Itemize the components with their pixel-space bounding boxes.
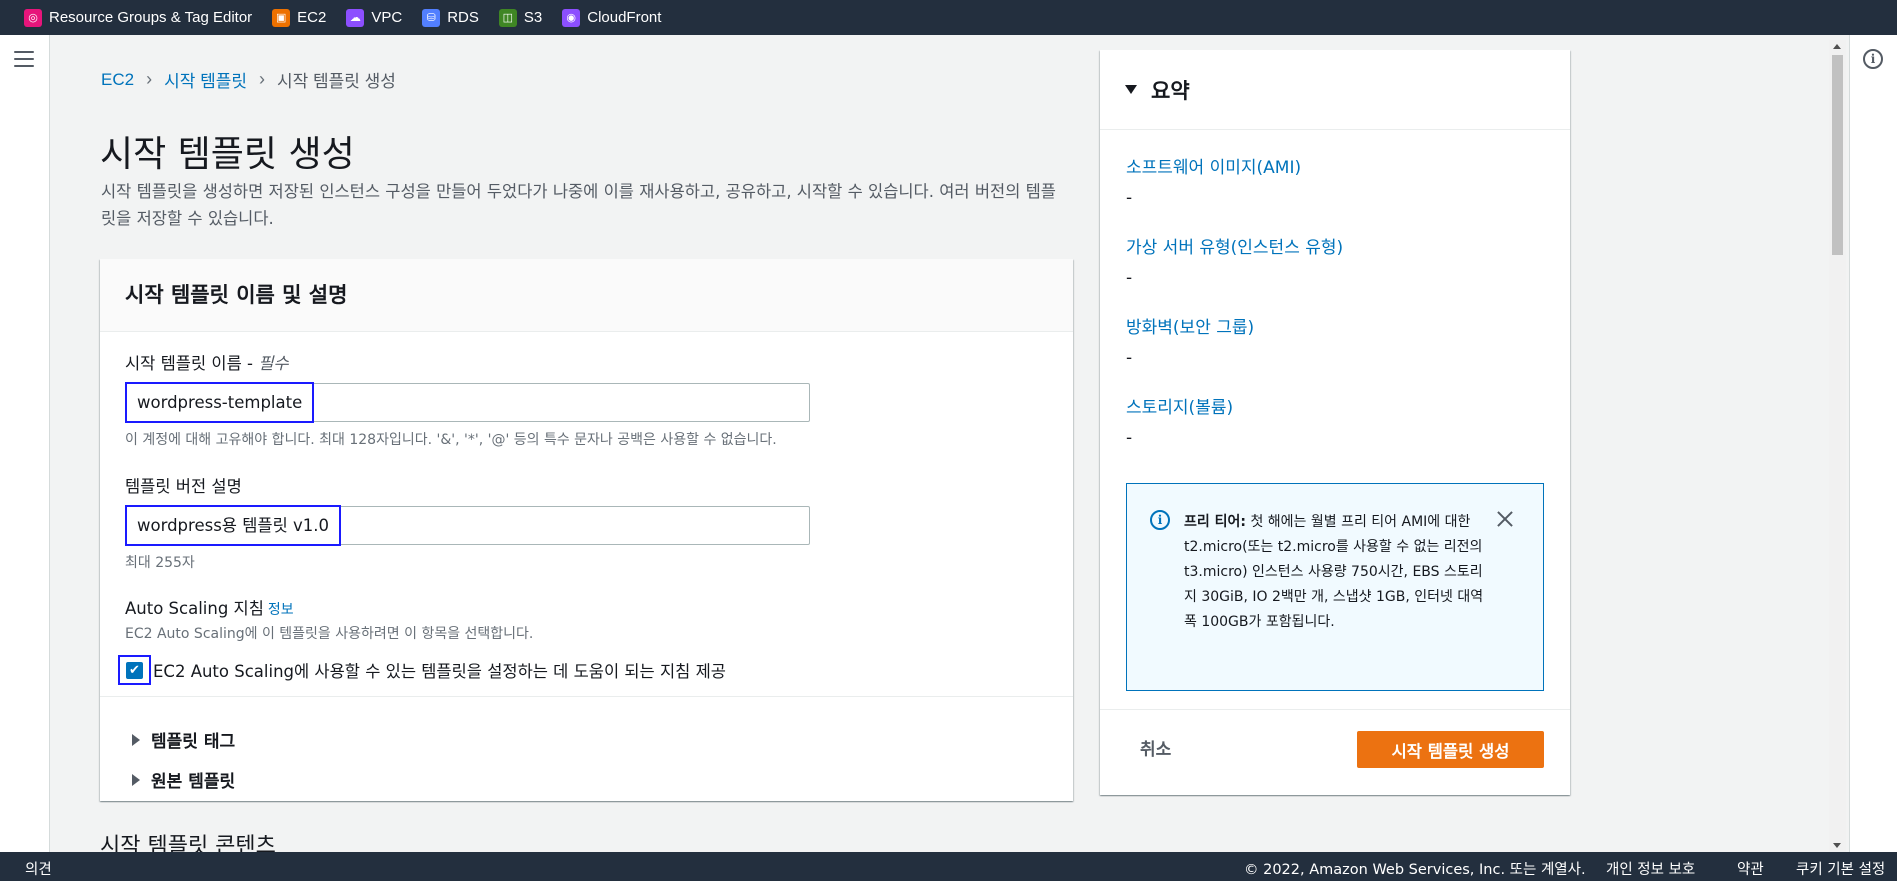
scrollbar[interactable] — [1829, 40, 1846, 852]
resource-groups-icon: ◎ — [24, 8, 42, 27]
terms-link[interactable]: 약관 — [1737, 858, 1764, 879]
summary-storage-link[interactable]: 스토리지(볼륨) — [1126, 393, 1233, 418]
caret-down-icon — [1125, 85, 1137, 94]
checkbox-label: EC2 Auto Scaling에 사용할 수 있는 템플릿을 설정하는 데 도… — [153, 662, 726, 681]
breadcrumb: EC2 › 시작 템플릿 › 시작 템플릿 생성 — [101, 67, 396, 92]
caret-right-icon — [132, 773, 140, 786]
summary-ami-value: - — [1126, 188, 1133, 208]
label-text: 시작 템플릿 이름 - — [125, 354, 259, 373]
cloudfront-icon: ◉ — [562, 8, 581, 27]
info-panel-icon[interactable]: i — [1863, 49, 1883, 69]
ec2-icon: ▣ — [272, 8, 291, 27]
favorite-label: EC2 — [297, 9, 327, 26]
asg-guidance-label: Auto Scaling 지침 정보 — [125, 595, 294, 619]
summary-storage-value: - — [1126, 428, 1133, 448]
template-name-label: 시작 템플릿 이름 - 필수 — [125, 350, 289, 374]
panel-header: 시작 템플릿 이름 및 설명 — [100, 259, 1073, 332]
favorite-label: S3 — [523, 9, 543, 26]
version-description-input[interactable]: wordpress용 템플릿 v1.0 — [125, 505, 810, 546]
favorites-bar: ◎ Resource Groups & Tag Editor ▣ EC2 ☁ V… — [0, 0, 1897, 35]
left-nav-rail — [0, 35, 50, 852]
close-icon[interactable] — [1492, 506, 1518, 532]
version-description-hint: 최대 255자 — [125, 555, 195, 571]
check-icon: ✔ — [129, 662, 140, 678]
summary-security-group-value: - — [1126, 348, 1133, 368]
s3-icon: ◫ — [498, 8, 517, 27]
caret-right-icon — [132, 733, 140, 746]
info-link[interactable]: 정보 — [268, 602, 294, 618]
template-name-input[interactable]: wordpress-template — [125, 382, 810, 423]
summary-instance-type-link[interactable]: 가상 서버 유형(인스턴스 유형) — [1126, 233, 1343, 258]
template-name-panel: 시작 템플릿 이름 및 설명 시작 템플릿 이름 - 필수 wordpress-… — [100, 259, 1073, 801]
rds-icon: ⛁ — [422, 8, 441, 27]
favorite-rds[interactable]: ⛁ RDS — [422, 8, 479, 27]
free-tier-alert: i 프리 티어: 첫 해에는 월별 프리 티어 AMI에 대한 t2.micro… — [1126, 483, 1544, 691]
summary-instance-type-value: - — [1126, 268, 1133, 288]
asg-guidance-checkbox[interactable]: ✔ — [126, 661, 143, 679]
next-section-title: 시작 템플릿 콘텐츠 — [100, 834, 276, 852]
template-tags-expander[interactable]: 템플릿 태그 — [132, 727, 235, 752]
breadcrumb-launch-templates[interactable]: 시작 템플릿 — [164, 67, 247, 92]
scroll-up-icon[interactable] — [1833, 44, 1841, 49]
footer: 의견 © 2022, Amazon Web Services, Inc. 또는 … — [0, 852, 1897, 881]
asg-guidance-checkbox-row[interactable]: ✔ EC2 Auto Scaling에 사용할 수 있는 템플릿을 설정하는 데… — [118, 655, 726, 685]
expander-label: 원본 템플릿 — [151, 772, 236, 792]
cancel-button[interactable]: 취소 — [1140, 735, 1171, 760]
feedback-link[interactable]: 의견 — [25, 858, 52, 879]
favorite-label: VPC — [371, 9, 403, 26]
privacy-link[interactable]: 개인 정보 보호 — [1606, 858, 1695, 879]
favorite-s3[interactable]: ◫ S3 — [498, 8, 543, 27]
copyright: © 2022, Amazon Web Services, Inc. 또는 계열사… — [1244, 862, 1586, 878]
checkbox-focus: ✔ — [118, 655, 151, 685]
chevron-right-icon: › — [146, 69, 153, 89]
create-launch-template-button[interactable]: 시작 템플릿 생성 — [1357, 731, 1544, 768]
free-tier-text: 프리 티어: 첫 해에는 월별 프리 티어 AMI에 대한 t2.micro(또… — [1184, 510, 1489, 635]
source-template-expander[interactable]: 원본 템플릿 — [132, 767, 235, 792]
summary-security-group-link[interactable]: 방화벽(보안 그룹) — [1126, 313, 1254, 338]
version-description-label: 템플릿 버전 설명 — [125, 477, 242, 496]
favorite-label: CloudFront — [587, 9, 662, 26]
free-tier-body: 첫 해에는 월별 프리 티어 AMI에 대한 t2.micro(또는 t2.mi… — [1184, 514, 1484, 630]
template-name-hint: 이 계정에 대해 고유해야 합니다. 최대 128자입니다. '&', '*',… — [125, 432, 777, 448]
breadcrumb-current: 시작 템플릿 생성 — [277, 72, 396, 91]
summary-header[interactable]: 요약 — [1100, 50, 1570, 130]
section-title: 시작 템플릿 이름 및 설명 — [125, 283, 348, 307]
right-tools-rail: i — [1849, 35, 1897, 852]
label-text: Auto Scaling 지침 — [125, 599, 264, 618]
summary-title: 요약 — [1151, 78, 1190, 103]
vpc-icon: ☁ — [346, 8, 365, 27]
main-content: EC2 › 시작 템플릿 › 시작 템플릿 생성 시작 템플릿 생성 시작 템플… — [51, 35, 1829, 852]
expander-label: 템플릿 태그 — [151, 732, 236, 752]
chevron-right-icon: › — [259, 69, 266, 89]
scroll-down-icon[interactable] — [1833, 843, 1841, 848]
favorite-resource-groups[interactable]: ◎ Resource Groups & Tag Editor — [24, 8, 253, 27]
divider — [100, 696, 1073, 697]
favorite-label: Resource Groups & Tag Editor — [49, 9, 253, 26]
version-description-value: wordpress용 템플릿 v1.0 — [125, 505, 342, 546]
page-description: 시작 템플릿을 생성하면 저장된 인스턴스 구성을 만들어 두었다가 나중에 이… — [101, 182, 1056, 228]
summary-ami-link[interactable]: 소프트웨어 이미지(AMI) — [1126, 153, 1301, 178]
required-marker: 필수 — [258, 354, 289, 373]
breadcrumb-ec2[interactable]: EC2 — [101, 70, 134, 90]
scroll-thumb[interactable] — [1832, 55, 1843, 255]
page-title: 시작 템플릿 생성 — [100, 134, 355, 175]
favorite-label: RDS — [447, 9, 479, 26]
template-name-value: wordpress-template — [125, 382, 315, 423]
favorite-vpc[interactable]: ☁ VPC — [346, 8, 403, 27]
free-tier-title: 프리 티어: — [1184, 514, 1246, 530]
asg-guidance-hint: EC2 Auto Scaling에 이 템플릿을 사용하려면 이 항목을 선택합… — [125, 626, 534, 642]
favorite-ec2[interactable]: ▣ EC2 — [272, 8, 327, 27]
divider — [1100, 709, 1570, 710]
summary-panel: 요약 소프트웨어 이미지(AMI) - 가상 서버 유형(인스턴스 유형) - … — [1100, 50, 1570, 795]
menu-icon[interactable] — [14, 51, 34, 69]
favorite-cloudfront[interactable]: ◉ CloudFront — [562, 8, 662, 27]
cookie-preferences-link[interactable]: 쿠키 기본 설정 — [1796, 858, 1885, 879]
info-icon: i — [1150, 510, 1170, 530]
